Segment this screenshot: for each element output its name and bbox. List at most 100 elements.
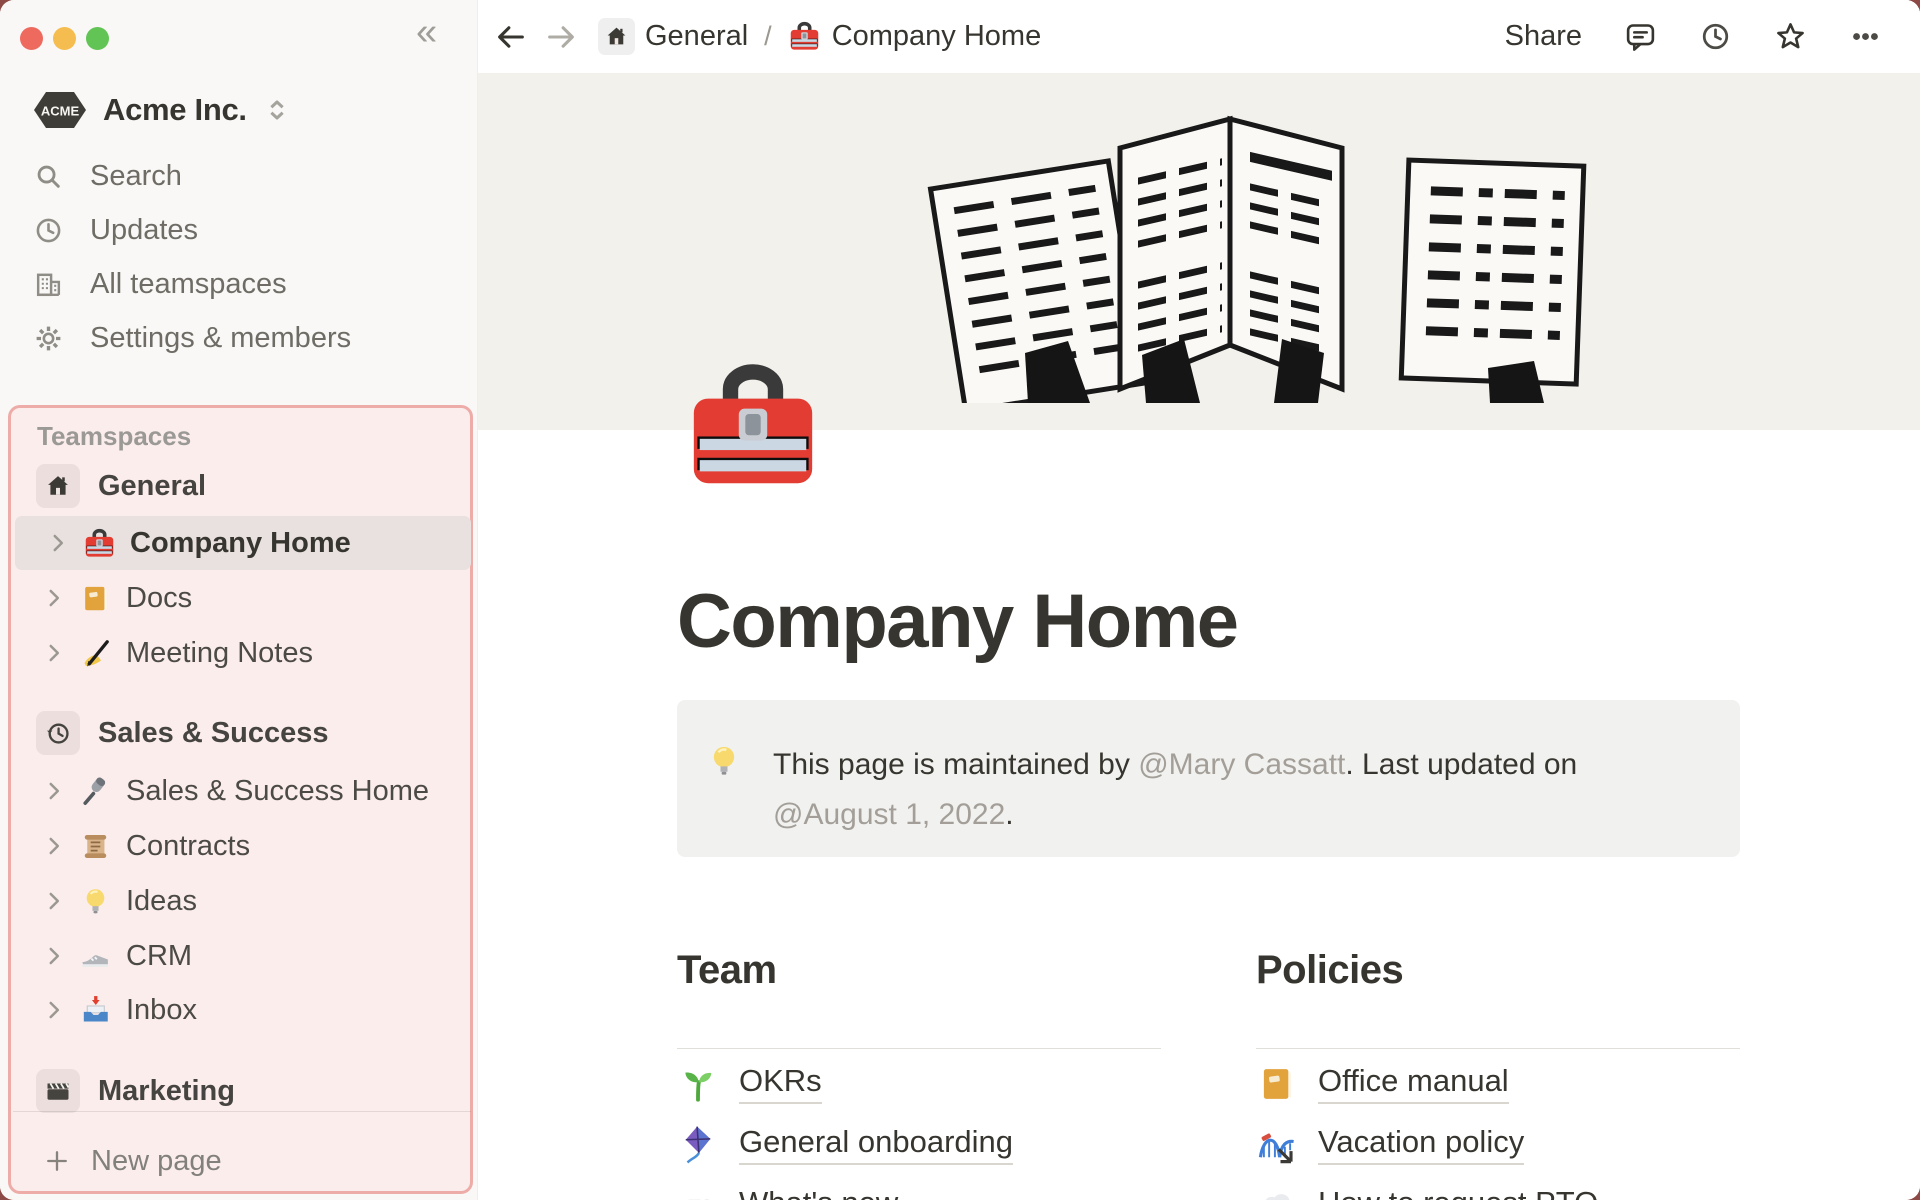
roller-coaster-icon xyxy=(1256,1124,1298,1166)
new-page-button[interactable]: New page xyxy=(11,1134,470,1188)
page-label: Inbox xyxy=(126,993,197,1026)
sidebar-page-ideas[interactable]: Ideas xyxy=(11,874,470,928)
breadcrumb-general[interactable] xyxy=(598,18,635,55)
comment-icon[interactable] xyxy=(1624,20,1657,53)
sidebar-teamspace-marketing[interactable]: Marketing xyxy=(11,1064,470,1118)
page-link-label: Vacation policy xyxy=(1318,1124,1525,1165)
sidebar-page-company-home[interactable]: Company Home xyxy=(15,516,471,570)
chevron-right-icon[interactable] xyxy=(41,888,67,914)
sidebar-item-search[interactable]: Search xyxy=(0,149,477,203)
callout-text: This page is maintained by @Mary Cassatt… xyxy=(773,748,1578,831)
page-link-whats-new[interactable]: What's new xyxy=(677,1177,898,1200)
collapse-sidebar-icon[interactable]: « xyxy=(416,13,437,51)
sidebar-page-contracts[interactable]: Contracts xyxy=(11,819,470,873)
plus-icon xyxy=(43,1147,71,1175)
orange-book-icon xyxy=(79,582,112,615)
star-icon[interactable] xyxy=(1774,20,1807,53)
sidebar-item-settings[interactable]: Settings & members xyxy=(0,311,477,365)
heading-divider xyxy=(1256,1048,1740,1049)
seedling-icon xyxy=(677,1063,719,1105)
topbar: General / Company Home Share xyxy=(478,0,1920,73)
column-heading: Policies xyxy=(1256,948,1404,992)
sidebar-item-all-teamspaces[interactable]: All teamspaces xyxy=(0,257,477,311)
sidebar-page-crm[interactable]: CRM xyxy=(11,929,470,983)
teamspaces-section-label: Teamspaces xyxy=(37,420,192,451)
orange-book-icon xyxy=(1256,1063,1298,1105)
teamspace-chip xyxy=(36,464,80,508)
main-area: General / Company Home Share Company Hom… xyxy=(478,0,1920,1200)
sidebar-item-label: Settings & members xyxy=(90,321,352,354)
page-link-general-onboarding[interactable]: General onboarding xyxy=(677,1116,1014,1173)
sidebar-teamspace-general[interactable]: General xyxy=(11,459,470,513)
house-icon xyxy=(604,24,629,49)
teamspace-chip xyxy=(36,1069,80,1113)
callout-block[interactable]: This page is maintained by @Mary Cassatt… xyxy=(677,700,1740,857)
sidebar: « Acme Inc. Search Updates All teamspace… xyxy=(0,0,478,1200)
page-label: Company Home xyxy=(130,526,351,559)
page-label: Contracts xyxy=(126,829,251,862)
page-label: Ideas xyxy=(126,884,197,917)
breadcrumb-current-label[interactable]: Company Home xyxy=(832,20,1042,53)
sidebar-page-meeting-notes[interactable]: Meeting Notes xyxy=(11,626,470,680)
breadcrumb-separator: / xyxy=(764,21,772,51)
page-link-label: Office manual xyxy=(1318,1063,1509,1104)
chevron-right-icon[interactable] xyxy=(41,833,67,859)
toolbox-icon xyxy=(83,527,116,560)
new-page-label: New page xyxy=(91,1144,222,1177)
page-label: Docs xyxy=(126,581,193,614)
sidebar-page-inbox[interactable]: Inbox xyxy=(11,983,470,1037)
search-icon xyxy=(33,161,64,192)
page-title[interactable]: Company Home xyxy=(677,578,1239,665)
sidebar-item-updates[interactable]: Updates xyxy=(0,203,477,257)
page-link-label: OKRs xyxy=(739,1063,822,1104)
writing-hand-icon xyxy=(79,637,112,670)
person-mention[interactable]: @Mary Cassatt xyxy=(1138,748,1345,781)
chevron-right-icon[interactable] xyxy=(45,530,71,556)
ellipsis-icon[interactable] xyxy=(1849,20,1882,53)
chevron-right-icon[interactable] xyxy=(41,943,67,969)
share-button[interactable]: Share xyxy=(1505,20,1582,53)
sidebar-page-docs[interactable]: Docs xyxy=(11,571,470,625)
page-link-vacation-policy[interactable]: Vacation policy xyxy=(1256,1116,1525,1173)
minimize-window-button[interactable] xyxy=(53,27,76,50)
page-link-okrs[interactable]: OKRs xyxy=(677,1055,822,1112)
chevron-right-icon[interactable] xyxy=(41,640,67,666)
workspace-switcher[interactable]: Acme Inc. xyxy=(0,85,477,135)
lightbulb-icon xyxy=(705,742,743,780)
sidebar-teamspace-sales-success[interactable]: Sales & Success xyxy=(11,706,470,760)
kite-icon xyxy=(677,1124,719,1166)
page-label: CRM xyxy=(126,939,193,972)
toolbox-icon xyxy=(788,20,821,53)
scroll-icon xyxy=(79,830,112,863)
page-label: Meeting Notes xyxy=(126,636,313,669)
column-heading: Team xyxy=(677,948,777,992)
page-link-request-pto[interactable]: How to request PTO xyxy=(1256,1177,1598,1200)
sidebar-page-sales-success-home[interactable]: Sales & Success Home xyxy=(11,764,470,818)
lightbulb-icon xyxy=(79,885,112,918)
gear-icon xyxy=(33,323,64,354)
sneaker-icon xyxy=(79,940,112,973)
building-icon xyxy=(33,269,64,300)
chevron-right-icon[interactable] xyxy=(41,778,67,804)
zoom-window-button[interactable] xyxy=(86,27,109,50)
chevron-up-down-icon xyxy=(262,95,292,125)
chevron-right-icon[interactable] xyxy=(41,997,67,1023)
page-link-office-manual[interactable]: Office manual xyxy=(1256,1055,1509,1112)
page-link-label: How to request PTO xyxy=(1318,1185,1598,1200)
clock-icon xyxy=(33,215,64,246)
page-icon-toolbox[interactable] xyxy=(677,356,829,498)
date-mention[interactable]: @August 1, 2022 xyxy=(773,798,1005,831)
microphone-icon xyxy=(79,775,112,808)
chevron-right-icon[interactable] xyxy=(41,585,67,611)
cloud-icon xyxy=(1256,1185,1298,1200)
teamspace-label: Sales & Success xyxy=(98,716,329,749)
sidebar-item-label: All teamspaces xyxy=(90,267,287,300)
back-arrow-icon[interactable] xyxy=(494,20,528,54)
forward-arrow-icon[interactable] xyxy=(544,20,578,54)
breadcrumb-root-label[interactable]: General xyxy=(645,20,748,53)
clock-icon[interactable] xyxy=(1699,20,1732,53)
teamspaces-highlight-box: Teamspaces General Company Home Docs Mee… xyxy=(8,405,473,1194)
house-icon xyxy=(44,472,72,500)
close-window-button[interactable] xyxy=(20,27,43,50)
sidebar-divider xyxy=(13,1111,471,1112)
